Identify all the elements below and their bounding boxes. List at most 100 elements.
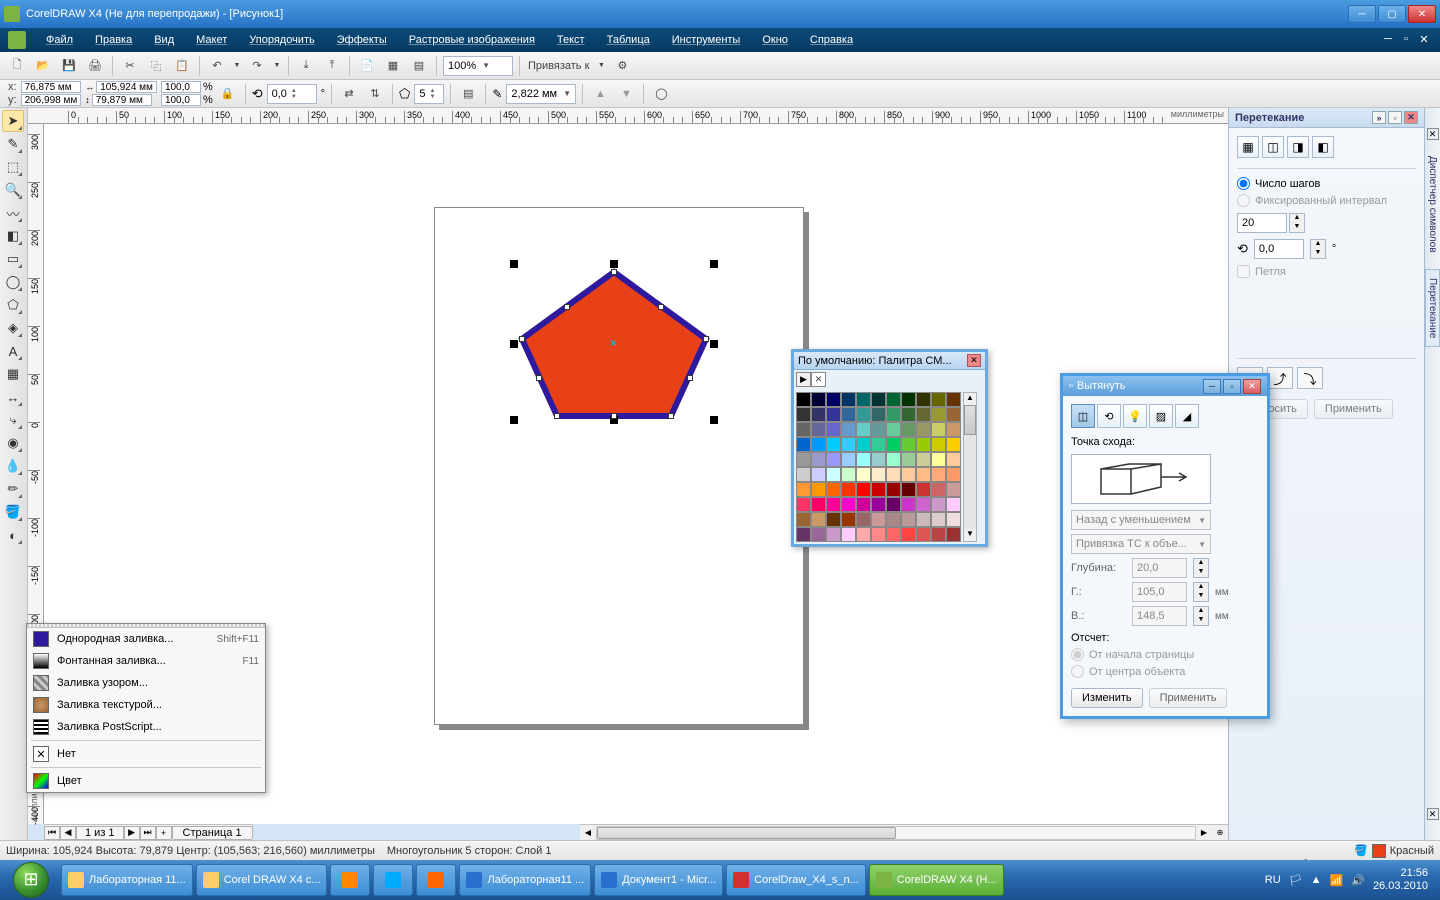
mdi-close-button[interactable]: ✕ xyxy=(1416,33,1432,47)
taskbar-button[interactable]: CorelDRAW X4 (Н... xyxy=(869,864,1004,896)
color-swatch[interactable] xyxy=(796,467,811,482)
sides-input[interactable]: 5▲▼ xyxy=(414,84,444,104)
color-swatch[interactable] xyxy=(886,527,901,542)
scroll-thumb[interactable] xyxy=(597,827,896,839)
selection-handle[interactable] xyxy=(610,260,618,268)
node-handle[interactable] xyxy=(687,375,693,381)
color-swatch[interactable] xyxy=(931,467,946,482)
color-swatch[interactable] xyxy=(886,437,901,452)
blend-accel-tab[interactable]: ◫ xyxy=(1262,136,1284,158)
color-swatch[interactable] xyxy=(886,512,901,527)
scroll-thumb[interactable] xyxy=(964,405,976,435)
color-swatch[interactable] xyxy=(916,452,931,467)
fill-tool[interactable]: 🪣 xyxy=(2,501,24,523)
next-page-button[interactable]: ▶ xyxy=(124,826,140,840)
maximize-button[interactable]: ▢ xyxy=(1378,5,1406,23)
fill-menu-item[interactable]: Заливка текстурой... xyxy=(27,694,265,716)
color-swatch[interactable] xyxy=(856,527,871,542)
extrude-snap-select[interactable]: Привязка ТС к объе...▼ xyxy=(1071,534,1211,554)
color-swatch[interactable] xyxy=(931,482,946,497)
extrude-apply-button[interactable]: Применить xyxy=(1149,688,1228,708)
crop-tool[interactable]: ⬚ xyxy=(2,156,24,178)
color-swatch[interactable] xyxy=(796,482,811,497)
outline-tool[interactable]: ✏ xyxy=(2,478,24,500)
node-handle[interactable] xyxy=(611,269,617,275)
close-button[interactable]: ✕ xyxy=(1408,5,1436,23)
color-swatch[interactable] xyxy=(931,422,946,437)
polygon-tool[interactable]: ⬠ xyxy=(2,294,24,316)
eyedropper-tool[interactable]: 💧 xyxy=(2,455,24,477)
extrude-max-button[interactable]: ▫ xyxy=(1223,379,1241,394)
extrude-close-button[interactable]: ✕ xyxy=(1243,379,1261,394)
freehand-tool[interactable]: 〰 xyxy=(2,202,24,224)
fill-menu-item[interactable]: ✕Нет xyxy=(27,743,265,765)
fill-color-item[interactable]: Цвет xyxy=(27,770,265,792)
palette-scrollbar[interactable]: ▲ ▼ xyxy=(963,392,977,542)
color-swatch[interactable] xyxy=(841,422,856,437)
first-page-button[interactable]: ⏮ xyxy=(44,826,60,840)
mirror-h-button[interactable]: ⇄ xyxy=(338,83,360,105)
color-swatch[interactable] xyxy=(826,407,841,422)
welcome-button[interactable]: ▤ xyxy=(408,55,430,77)
color-swatch[interactable] xyxy=(856,452,871,467)
prev-page-button[interactable]: ◀ xyxy=(60,826,76,840)
selection-handle[interactable] xyxy=(510,340,518,348)
menu-эффекты[interactable]: Эффекты xyxy=(327,31,397,49)
lock-ratio-button[interactable]: 🔒 xyxy=(217,83,239,105)
color-swatch[interactable] xyxy=(856,497,871,512)
x-position-input[interactable]: 76,875 мм xyxy=(21,81,81,93)
node-handle[interactable] xyxy=(536,375,542,381)
extrude-min-button[interactable]: ─ xyxy=(1203,379,1221,394)
snap-dropdown[interactable]: ▼ xyxy=(595,55,607,77)
taskbar-button[interactable]: CorelDraw_X4_s_n... xyxy=(726,864,866,896)
zoom-combo[interactable]: 100%▼ xyxy=(443,56,513,76)
add-page-button[interactable]: + xyxy=(156,826,172,840)
color-swatch[interactable] xyxy=(796,497,811,512)
color-swatch[interactable] xyxy=(886,392,901,407)
color-swatch[interactable] xyxy=(811,452,826,467)
color-swatch[interactable] xyxy=(811,392,826,407)
docker-tabstrip-close[interactable]: ✕ xyxy=(1427,128,1439,140)
color-swatch[interactable] xyxy=(826,437,841,452)
color-swatch[interactable] xyxy=(901,527,916,542)
color-swatch[interactable] xyxy=(826,422,841,437)
color-swatch[interactable] xyxy=(916,497,931,512)
to-front-button[interactable]: ▲ xyxy=(589,83,611,105)
color-swatch[interactable] xyxy=(871,482,886,497)
color-swatch[interactable] xyxy=(946,437,961,452)
selection-handle[interactable] xyxy=(710,416,718,424)
options-button[interactable]: ⚙ xyxy=(611,55,633,77)
pick-tool[interactable]: ➤ xyxy=(2,110,24,132)
cut-button[interactable]: ✂ xyxy=(119,55,141,77)
menu-таблица[interactable]: Таблица xyxy=(597,31,660,49)
color-swatch[interactable] xyxy=(856,467,871,482)
menu-файл[interactable]: Файл xyxy=(36,31,83,49)
color-swatch[interactable] xyxy=(916,527,931,542)
steps-radio-row[interactable]: Число шагов xyxy=(1237,177,1416,190)
mirror-v-button[interactable]: ⇅ xyxy=(364,83,386,105)
color-swatch[interactable] xyxy=(871,467,886,482)
color-swatch[interactable] xyxy=(901,452,916,467)
mdi-restore-button[interactable]: ▫ xyxy=(1398,33,1414,47)
node-handle[interactable] xyxy=(564,304,570,310)
color-swatch[interactable] xyxy=(826,512,841,527)
blend-color-tab[interactable]: ◨ xyxy=(1287,136,1309,158)
scale-y-input[interactable]: 100,0 xyxy=(161,94,201,106)
selected-polygon[interactable]: × xyxy=(514,264,714,424)
taskbar-button[interactable] xyxy=(373,864,413,896)
color-swatch[interactable] xyxy=(946,467,961,482)
publish-pdf-button[interactable]: 📄 xyxy=(356,55,378,77)
zoom-tool[interactable]: 🔍 xyxy=(2,179,24,201)
steps-input[interactable]: 20 xyxy=(1237,213,1287,233)
color-swatch[interactable] xyxy=(796,392,811,407)
ellipse-tool[interactable]: ◯ xyxy=(2,271,24,293)
taskbar-button[interactable]: Лабораторная11 ... xyxy=(459,864,591,896)
palette-titlebar[interactable]: По умолчанию: Палитра СМ... ✕ xyxy=(794,352,985,370)
v-input[interactable]: 148,5 xyxy=(1132,606,1187,626)
color-swatch[interactable] xyxy=(796,512,811,527)
export-button[interactable]: ⤒ xyxy=(321,55,343,77)
palette-nocolor-swatch[interactable] xyxy=(811,372,826,387)
selection-handle[interactable] xyxy=(510,416,518,424)
color-swatch[interactable] xyxy=(841,467,856,482)
horizontal-scrollbar[interactable]: ◀ ▶ ⊕ xyxy=(580,824,1228,840)
